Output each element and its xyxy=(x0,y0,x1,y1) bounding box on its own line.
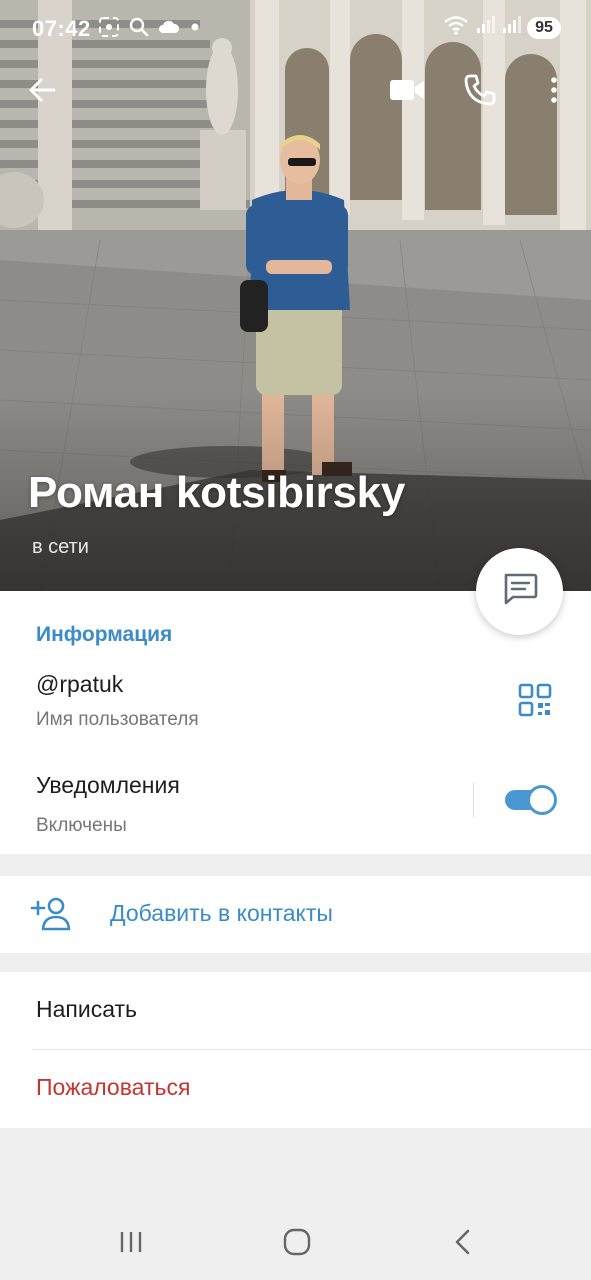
battery-badge: 95 xyxy=(527,16,561,39)
dot-icon xyxy=(188,20,202,39)
home-icon[interactable] xyxy=(282,1228,312,1256)
search-icon xyxy=(128,16,150,43)
system-nav-bar xyxy=(0,1200,591,1280)
report-button[interactable]: Пожаловаться xyxy=(36,1074,190,1101)
qr-code-icon[interactable] xyxy=(518,683,552,717)
add-contact-label[interactable]: Добавить в контакты xyxy=(110,900,333,927)
cloud-icon xyxy=(158,18,180,41)
back-nav-icon[interactable] xyxy=(450,1228,480,1256)
add-contact-row[interactable]: Добавить в контакты xyxy=(0,876,591,953)
actions-section: Написать Пожаловаться xyxy=(0,972,591,1128)
signal-icon xyxy=(501,15,521,40)
profile-photo[interactable]: 07:42 95 Роман kotsibirsky в сети xyxy=(0,0,591,591)
username-value[interactable]: @rpatuk xyxy=(36,671,123,698)
notifications-toggle[interactable] xyxy=(505,785,557,815)
status-time: 07:42 xyxy=(32,16,91,41)
info-title: Информация xyxy=(36,623,173,646)
message-icon xyxy=(501,571,539,612)
profile-status: в сети xyxy=(32,536,89,558)
more-vertical-icon[interactable] xyxy=(544,74,564,106)
profile-name: Роман kotsibirsky xyxy=(28,468,406,517)
wifi-icon xyxy=(443,14,469,41)
status-bar: 07:42 95 xyxy=(0,0,591,56)
divider xyxy=(473,783,474,817)
username-label: Имя пользователя xyxy=(36,709,199,730)
write-message-button[interactable]: Написать xyxy=(36,996,137,1023)
add-user-icon xyxy=(30,896,72,932)
notifications-label: Уведомления xyxy=(36,772,180,798)
notifications-state: Включены xyxy=(36,815,127,836)
back-arrow-icon[interactable] xyxy=(24,72,60,108)
message-button[interactable] xyxy=(476,548,563,635)
signal-icon xyxy=(475,15,495,40)
recent-apps-icon[interactable] xyxy=(118,1228,148,1256)
app-bar xyxy=(0,60,591,120)
video-call-icon[interactable] xyxy=(388,74,426,106)
screenshot-icon xyxy=(98,16,120,43)
divider xyxy=(32,1049,591,1050)
phone-icon[interactable] xyxy=(462,72,498,108)
